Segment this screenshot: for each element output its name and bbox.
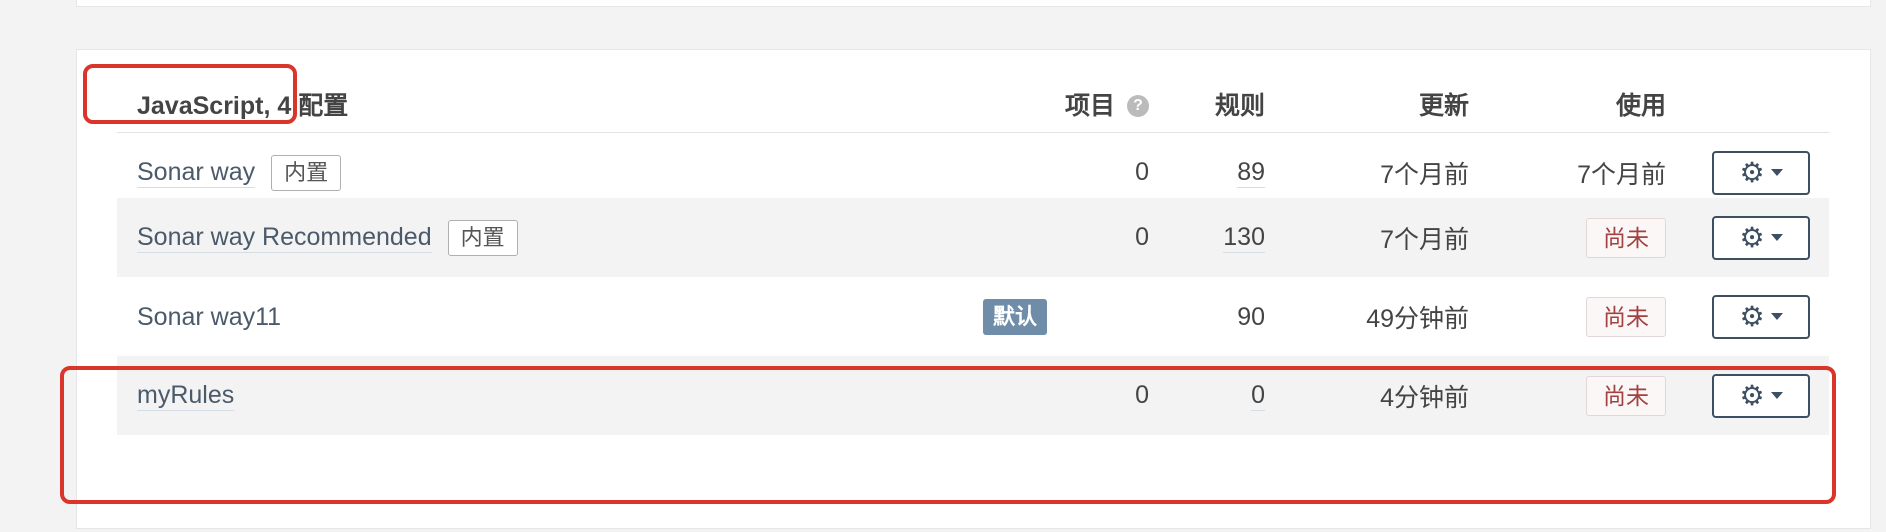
table-header: JavaScript, 4 配置 项目 ? 规则 更新 使用 (117, 80, 1829, 133)
projects-count: 0 (1135, 223, 1149, 251)
profile-row-sonar-way11: Sonar way11 默认 90 49分钟前 尚未 ⚙ (117, 277, 1829, 356)
annotation-box-myrules (60, 366, 1836, 504)
caret-down-icon (1770, 169, 1783, 176)
gear-icon: ⚙ (1739, 300, 1765, 332)
previous-panel (76, 0, 1871, 7)
used-cell: 尚未 (1586, 277, 1666, 356)
projects-header-label: 项目 (1064, 92, 1115, 120)
profile-name-cell: Sonar way11 (137, 277, 281, 356)
question-circle-icon[interactable]: ? (1127, 95, 1149, 117)
used-header: 使用 (1615, 92, 1666, 120)
never-used-badge: 尚未 (1586, 217, 1666, 258)
rules-count-cell: 130 (1223, 198, 1265, 277)
projects-header: 项目 ? (1065, 80, 1149, 132)
profile-actions-button[interactable]: ⚙ (1712, 294, 1810, 339)
rules-count-link[interactable]: 90 (1237, 302, 1265, 332)
profile-row-sonar-way-recommended: Sonar way Recommended 内置 0 130 7个月前 尚未 ⚙ (117, 198, 1829, 277)
rules-count-link[interactable]: 89 (1237, 157, 1265, 188)
updated-header: 更新 (1418, 92, 1469, 120)
never-used-badge: 尚未 (1586, 296, 1666, 337)
builtin-badge: 内置 (271, 154, 342, 191)
gear-icon: ⚙ (1739, 221, 1765, 253)
default-cell: 默认 (983, 277, 1048, 356)
updated-time: 7个月前 (1380, 225, 1469, 254)
actions-cell: ⚙ (1712, 198, 1810, 277)
rules-count-cell: 90 (1237, 277, 1265, 356)
rules-header: 规则 (1214, 92, 1265, 120)
profile-actions-button[interactable]: ⚙ (1712, 215, 1810, 260)
profile-name-link[interactable]: Sonar way (137, 157, 256, 188)
profile-actions-button[interactable]: ⚙ (1712, 150, 1810, 195)
actions-cell: ⚙ (1712, 277, 1810, 356)
used-cell: 尚未 (1586, 198, 1666, 277)
rules-count-link[interactable]: 130 (1223, 222, 1265, 253)
caret-down-icon (1770, 313, 1783, 320)
caret-down-icon (1770, 234, 1783, 241)
profile-name-link[interactable]: Sonar way Recommended (137, 222, 432, 253)
gear-icon: ⚙ (1739, 156, 1765, 188)
default-badge: 默认 (983, 298, 1048, 335)
profile-name-cell: Sonar way Recommended 内置 (137, 198, 518, 277)
updated-time: 49分钟前 (1366, 304, 1469, 333)
annotation-box-title (83, 64, 297, 124)
builtin-badge: 内置 (447, 219, 518, 256)
profile-name-link[interactable]: Sonar way11 (137, 302, 281, 332)
